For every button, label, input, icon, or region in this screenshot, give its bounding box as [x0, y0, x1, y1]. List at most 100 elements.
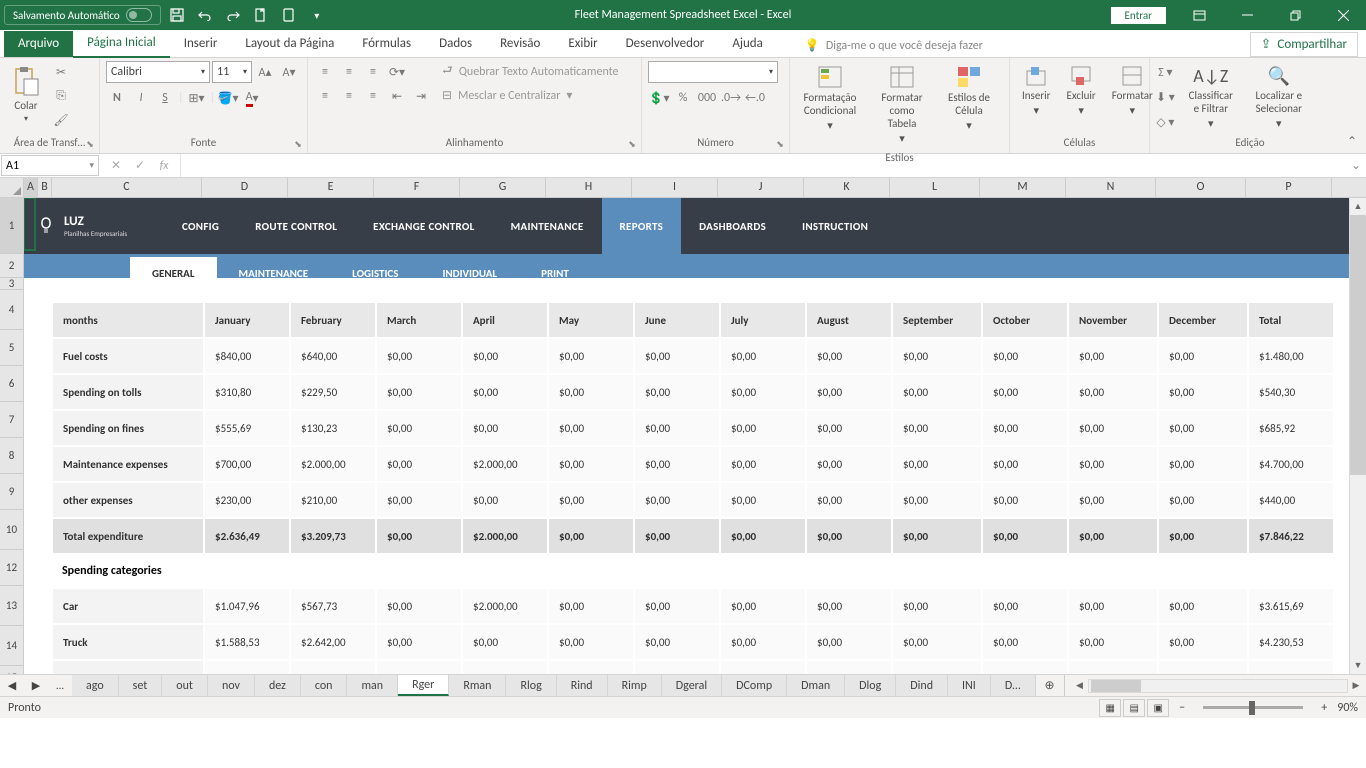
file-tab[interactable]: Arquivo — [4, 31, 73, 57]
percent-icon[interactable]: % — [672, 87, 694, 109]
collapse-ribbon-icon[interactable]: ⌃ — [1342, 131, 1362, 151]
sheet-tab[interactable]: nov — [208, 675, 255, 696]
sheet-tab[interactable]: con — [301, 675, 348, 696]
tab-view[interactable]: Exibir — [554, 31, 611, 57]
launcher-icon[interactable]: ⬊ — [292, 138, 304, 150]
italic-button[interactable]: I — [130, 87, 152, 109]
fx-icon[interactable]: fx — [152, 155, 176, 177]
format-painter-icon[interactable]: 🖌 — [50, 109, 72, 131]
launcher-icon[interactable]: ⬊ — [84, 138, 96, 150]
column-header[interactable]: B — [38, 178, 52, 197]
launcher-icon[interactable]: ⬊ — [774, 138, 786, 150]
conditional-format-button[interactable]: Formatação Condicional▾ — [796, 61, 864, 136]
cell-styles-button[interactable]: Estilos de Célula▾ — [940, 61, 998, 136]
vscroll-thumb[interactable] — [1350, 215, 1366, 475]
sheet-tab[interactable]: Rimp — [608, 675, 662, 696]
increase-font-icon[interactable]: A▴ — [254, 61, 276, 83]
align-bottom-icon[interactable]: ≡ — [362, 61, 384, 83]
delete-cells-button[interactable]: Excluir▾ — [1061, 61, 1102, 121]
select-all-button[interactable] — [0, 178, 24, 197]
decrease-font-icon[interactable]: A▾ — [278, 61, 300, 83]
sheet-tab[interactable]: dez — [255, 675, 301, 696]
column-header[interactable]: H — [546, 178, 632, 197]
sheet-tab[interactable]: Dind — [896, 675, 948, 696]
increase-decimal-icon[interactable]: .0→ — [720, 87, 742, 109]
column-header[interactable]: L — [890, 178, 980, 197]
column-header[interactable]: M — [980, 178, 1066, 197]
tab-next-icon[interactable]: ▶ — [24, 675, 48, 696]
sub-nav-tab[interactable]: INDIVIDUAL — [420, 257, 519, 290]
bold-button[interactable]: N — [106, 87, 128, 109]
clear-icon[interactable]: ◇ ▾ — [1156, 111, 1175, 133]
font-size-combo[interactable]: 11▾ — [212, 61, 252, 83]
formula-input[interactable] — [181, 154, 1346, 177]
scroll-down-icon[interactable]: ▼ — [1350, 657, 1366, 674]
sub-nav-tab[interactable]: MAINTENANCE — [217, 257, 331, 290]
fill-color-icon[interactable]: 🪣▾ — [217, 87, 239, 109]
redo-icon[interactable] — [221, 3, 245, 27]
sub-nav-tab[interactable]: PRINT — [519, 257, 591, 290]
row-header[interactable]: 13 — [0, 586, 23, 626]
accounting-format-icon[interactable]: 💲▾ — [648, 87, 670, 109]
sheet-tab[interactable]: out — [162, 675, 208, 696]
tab-data[interactable]: Dados — [425, 31, 486, 57]
zoom-out-icon[interactable]: − — [1179, 701, 1185, 715]
expand-formula-icon[interactable]: ⌄ — [1346, 154, 1366, 177]
tab-developer[interactable]: Desenvolvedor — [612, 31, 719, 57]
autosum-icon[interactable]: Σ ▾ — [1156, 61, 1175, 83]
cut-icon[interactable]: ✂ — [50, 61, 72, 83]
hscroll-left-icon[interactable]: ◀ — [1072, 679, 1088, 693]
paste-button[interactable]: Colar ▾ — [6, 61, 46, 128]
row-header[interactable]: 3 — [0, 278, 23, 290]
row-header[interactable]: 6 — [0, 366, 23, 402]
share-button[interactable]: ⇪ Compartilhar — [1250, 32, 1358, 57]
name-box[interactable]: A1▾ — [1, 155, 99, 176]
column-header[interactable]: A — [24, 178, 38, 197]
tab-insert[interactable]: Inserir — [170, 31, 232, 57]
column-header[interactable]: I — [632, 178, 718, 197]
column-header[interactable]: C — [52, 178, 202, 197]
row-header[interactable]: 10 — [0, 510, 23, 550]
sheet-tab[interactable]: ago — [72, 675, 119, 696]
decrease-indent-icon[interactable]: ⇤ — [386, 85, 408, 107]
sheet-tab[interactable]: Dgeral — [662, 675, 722, 696]
row-header[interactable]: 15 — [0, 666, 23, 674]
sheet-tab[interactable]: Dman — [787, 675, 845, 696]
tab-page-layout[interactable]: Layout da Página — [231, 31, 348, 57]
row-header[interactable]: 8 — [0, 438, 23, 474]
sheet-tab[interactable]: Rlog — [506, 675, 556, 696]
font-color-icon[interactable]: A▾ — [241, 87, 263, 109]
row-header[interactable]: 14 — [0, 626, 23, 666]
nav-item[interactable]: DASHBOARDS — [681, 198, 784, 254]
qat-more-icon[interactable]: ▾ — [305, 3, 329, 27]
sheet-tab[interactable]: Rind — [557, 675, 608, 696]
autosave-toggle[interactable]: Salvamento Automático — [4, 5, 161, 25]
column-header[interactable]: G — [460, 178, 546, 197]
orientation-icon[interactable]: ⟳▾ — [386, 61, 408, 83]
tab-prev-icon[interactable]: ◀ — [0, 675, 24, 696]
page-layout-view-icon[interactable]: ▤ — [1123, 699, 1145, 717]
row-header[interactable]: 12 — [0, 550, 23, 586]
nav-item[interactable]: EXCHANGE CONTROL — [355, 198, 492, 254]
confirm-formula-icon[interactable]: ✓ — [128, 155, 152, 177]
wrap-text-button[interactable]: ⮐Quebrar Texto Automaticamente — [442, 61, 619, 82]
sheet-tab[interactable]: DComp — [722, 675, 787, 696]
find-select-button[interactable]: 🔍Localizar e Selecionar▾ — [1247, 61, 1311, 134]
column-header[interactable]: D — [202, 178, 288, 197]
add-sheet-button[interactable]: ⊕ — [1036, 675, 1064, 696]
copy-icon[interactable]: ⎘ — [50, 85, 72, 107]
decrease-decimal-icon[interactable]: ←.0 — [744, 87, 766, 109]
tab-help[interactable]: Ajuda — [718, 31, 777, 57]
column-header[interactable]: F — [374, 178, 460, 197]
tab-home[interactable]: Página Inicial — [73, 30, 170, 58]
sheet-tab[interactable]: man — [347, 675, 398, 696]
sheet-tab[interactable]: Rger — [398, 675, 449, 696]
sheet-tab[interactable]: set — [119, 675, 163, 696]
close-icon[interactable] — [1320, 0, 1366, 30]
qat-phone-icon[interactable] — [277, 3, 301, 27]
scroll-up-icon[interactable]: ▲ — [1350, 198, 1366, 215]
nav-item[interactable]: INSTRUCTION — [784, 198, 886, 254]
tab-formulas[interactable]: Fórmulas — [348, 31, 425, 57]
number-format-combo[interactable]: ▾ — [648, 61, 778, 83]
zoom-level[interactable]: 90% — [1337, 701, 1358, 715]
